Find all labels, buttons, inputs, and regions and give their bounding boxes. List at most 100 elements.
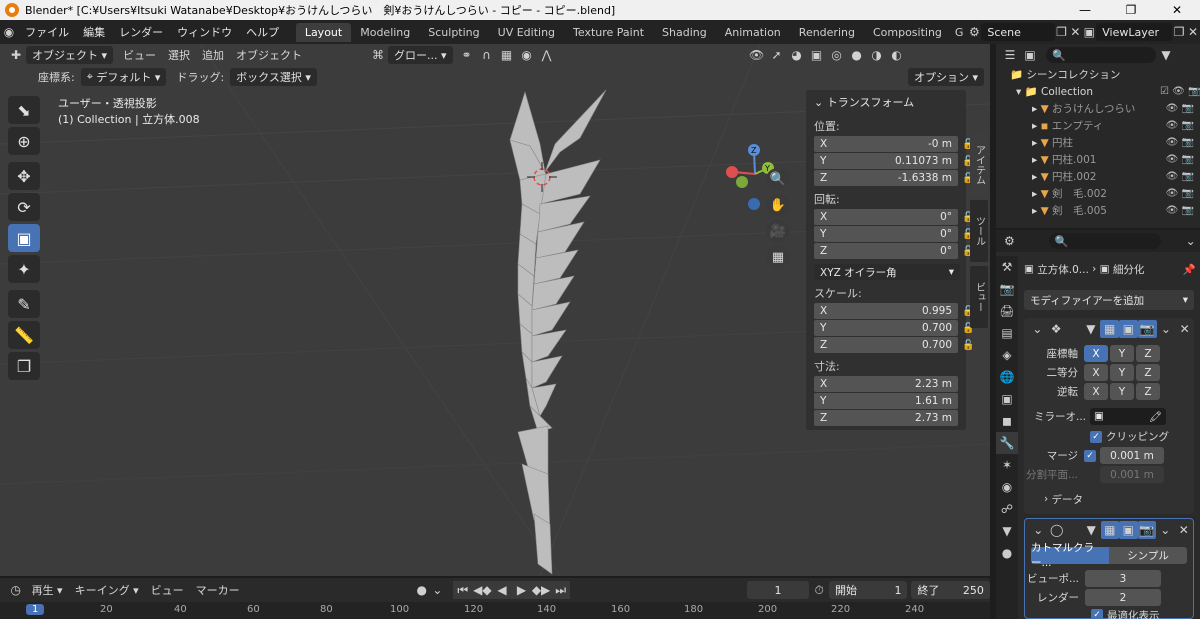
blender-menu-icon[interactable]: ◉: [0, 23, 18, 41]
view-layer-new-icon[interactable]: ❐: [1172, 23, 1186, 41]
jump-end-icon[interactable]: ⏭: [550, 581, 571, 599]
tool-tab-icon[interactable]: ⚒: [996, 256, 1018, 278]
list-item[interactable]: ▸ ▼ 円柱.002 👁 📷: [996, 168, 1200, 185]
realtime-icon[interactable]: ▣: [1119, 320, 1138, 338]
visibility-icon[interactable]: 👁 📷: [1160, 154, 1200, 165]
scene-selector-icon[interactable]: ⚙: [967, 23, 981, 41]
collection-row[interactable]: ▾ 📁 Collection ☑ 👁 📷: [996, 83, 1200, 100]
workspace-tab-rendering[interactable]: Rendering: [790, 23, 864, 42]
constraints-tab-icon[interactable]: ☍: [996, 498, 1018, 520]
move-tool-icon[interactable]: ✥: [8, 162, 40, 190]
clipping-checkbox[interactable]: ✓: [1090, 430, 1102, 443]
bisect-x-toggle[interactable]: X: [1084, 364, 1108, 381]
playback-menu[interactable]: 再生 ▾: [26, 582, 69, 598]
merge-distance-field[interactable]: 0.001 m: [1100, 447, 1164, 464]
filter-icon[interactable]: ▼: [1156, 46, 1176, 64]
material-tab-icon[interactable]: ●: [996, 542, 1018, 564]
list-item[interactable]: ▸ ◾ エンプティ 👁 📷: [996, 117, 1200, 134]
menu-help[interactable]: ヘルプ: [239, 24, 286, 40]
annotate-tool-icon[interactable]: ✎: [8, 290, 40, 318]
tab-item[interactable]: アイテム: [970, 134, 988, 196]
pin-icon[interactable]: 📌: [1183, 263, 1196, 276]
outliner-search-input[interactable]: 🔍: [1046, 47, 1156, 63]
add-cube-tool-icon[interactable]: ❐: [8, 352, 40, 380]
xray-icon[interactable]: ▣: [807, 46, 827, 64]
3d-viewport[interactable]: ✚ オブジェクト ▾ ビュー 選択 追加 オブジェクト ⌘ グロー... ▾ ⚭…: [0, 44, 990, 576]
measure-tool-icon[interactable]: 📏: [8, 321, 40, 349]
particles-tab-icon[interactable]: ✶: [996, 454, 1018, 476]
expand-icon[interactable]: ▸: [1032, 103, 1037, 115]
play-icon[interactable]: ▶: [511, 581, 532, 599]
gizmo-toggle-icon[interactable]: ➚: [767, 46, 787, 64]
bisect-y-toggle[interactable]: Y: [1110, 364, 1134, 381]
chevron-down-icon[interactable]: ⌄: [1181, 232, 1200, 250]
next-keyframe-icon[interactable]: ◆▶: [531, 581, 551, 599]
visibility-icon[interactable]: 👁: [747, 46, 767, 64]
scale-y-field[interactable]: Y 0.700: [814, 320, 958, 336]
workspace-tab-uv-editing[interactable]: UV Editing: [489, 23, 564, 42]
workspace-tab-layout[interactable]: Layout: [295, 22, 352, 42]
view-layer-field[interactable]: ViewLayer: [1096, 23, 1173, 41]
pan-hand-icon[interactable]: ✋: [766, 194, 790, 216]
dimensions-y-field[interactable]: Y 1.61 m: [814, 393, 958, 409]
location-y-field[interactable]: Y 0.11073 m: [814, 153, 958, 169]
menu-window[interactable]: ウィンドウ: [170, 24, 239, 40]
stopwatch-icon[interactable]: ⏱: [809, 581, 829, 599]
current-frame-field[interactable]: 1: [746, 581, 810, 599]
mirror-object-field[interactable]: ▣ 🖍: [1090, 407, 1166, 425]
mirror-axis-x-toggle[interactable]: X: [1084, 345, 1108, 362]
lock-icon[interactable]: 🔓: [962, 340, 974, 351]
options-dropdown[interactable]: オプション ▾: [907, 68, 984, 86]
catmull-clark-toggle[interactable]: カトマルクラー...: [1031, 542, 1109, 569]
timeline-editor-icon[interactable]: ◷: [6, 581, 26, 599]
world-tab-icon[interactable]: 🌐: [996, 366, 1018, 388]
remove-modifier-icon[interactable]: ✕: [1175, 320, 1194, 338]
menu-select[interactable]: 選択: [162, 47, 196, 63]
rotation-y-field[interactable]: Y 0°: [814, 226, 958, 242]
scene-new-icon[interactable]: ❐: [1055, 23, 1069, 41]
render-tab-icon[interactable]: 📷: [996, 278, 1018, 300]
proportional-edit-icon[interactable]: ◉: [517, 46, 537, 64]
scene-collection-row[interactable]: 📁 シーンコレクション: [996, 66, 1200, 83]
shading-wireframe-icon[interactable]: ◎: [827, 46, 847, 64]
menu-view[interactable]: ビュー: [117, 47, 162, 63]
rotation-mode-dropdown[interactable]: XYZ オイラー角 ▾: [814, 264, 960, 280]
workspace-tab-shading[interactable]: Shading: [653, 23, 716, 42]
visibility-icon[interactable]: 👁 📷: [1160, 171, 1200, 182]
render-levels-field[interactable]: 2: [1085, 589, 1161, 606]
snap-icon[interactable]: ∩: [477, 46, 497, 64]
frame-start-field[interactable]: 開始 1: [828, 581, 908, 599]
play-reverse-icon[interactable]: ◀: [492, 581, 512, 599]
list-item[interactable]: ▸ ▼ 剣 毛.002 👁 📷: [996, 185, 1200, 202]
collapse-chevron-icon[interactable]: ⌄: [1029, 521, 1048, 539]
transform-tool-icon[interactable]: ✦: [8, 255, 40, 283]
mode-dropdown[interactable]: オブジェクト ▾: [26, 46, 114, 64]
workspace-tab-animation[interactable]: Animation: [716, 23, 790, 42]
visibility-icon[interactable]: 👁 📷: [1160, 120, 1200, 131]
tab-tool[interactable]: ツール: [970, 200, 988, 262]
expand-icon[interactable]: ▾: [1016, 86, 1021, 98]
display-mode-icon[interactable]: ▣: [1020, 46, 1040, 64]
maximize-icon[interactable]: ❐: [1108, 0, 1154, 20]
rotation-z-field[interactable]: Z 0°: [814, 243, 958, 259]
object-tab-icon[interactable]: ◼: [996, 410, 1018, 432]
dimensions-x-field[interactable]: X 2.23 m: [814, 376, 958, 392]
flip-y-toggle[interactable]: Y: [1110, 383, 1134, 400]
chevron-down-icon[interactable]: ⌄: [432, 581, 444, 599]
render-icon[interactable]: 📷: [1137, 320, 1157, 338]
mirror-axis-z-toggle[interactable]: Z: [1136, 345, 1160, 362]
minimize-icon[interactable]: —: [1062, 0, 1108, 20]
list-item[interactable]: ▸ ▼ 円柱 👁 📷: [996, 134, 1200, 151]
data-tab-icon[interactable]: ▼: [996, 520, 1018, 542]
render-icon[interactable]: 📷: [1137, 521, 1156, 539]
pivot-point-icon[interactable]: ⚭: [457, 46, 477, 64]
list-item[interactable]: ▸ ▼ おうけんしつらい 👁 📷: [996, 100, 1200, 117]
visibility-icon[interactable]: 👁 📷: [1160, 205, 1200, 216]
expand-icon[interactable]: ▸: [1032, 188, 1037, 200]
prev-keyframe-icon[interactable]: ◀◆: [472, 581, 493, 599]
properties-search-input[interactable]: 🔍: [1048, 233, 1162, 249]
expand-icon[interactable]: ▸: [1032, 120, 1037, 132]
rotate-tool-icon[interactable]: ⟳: [8, 193, 40, 221]
list-item[interactable]: ▸ ▼ 円柱.001 👁 📷: [996, 151, 1200, 168]
edit-mode-icon[interactable]: ▼: [1082, 521, 1101, 539]
